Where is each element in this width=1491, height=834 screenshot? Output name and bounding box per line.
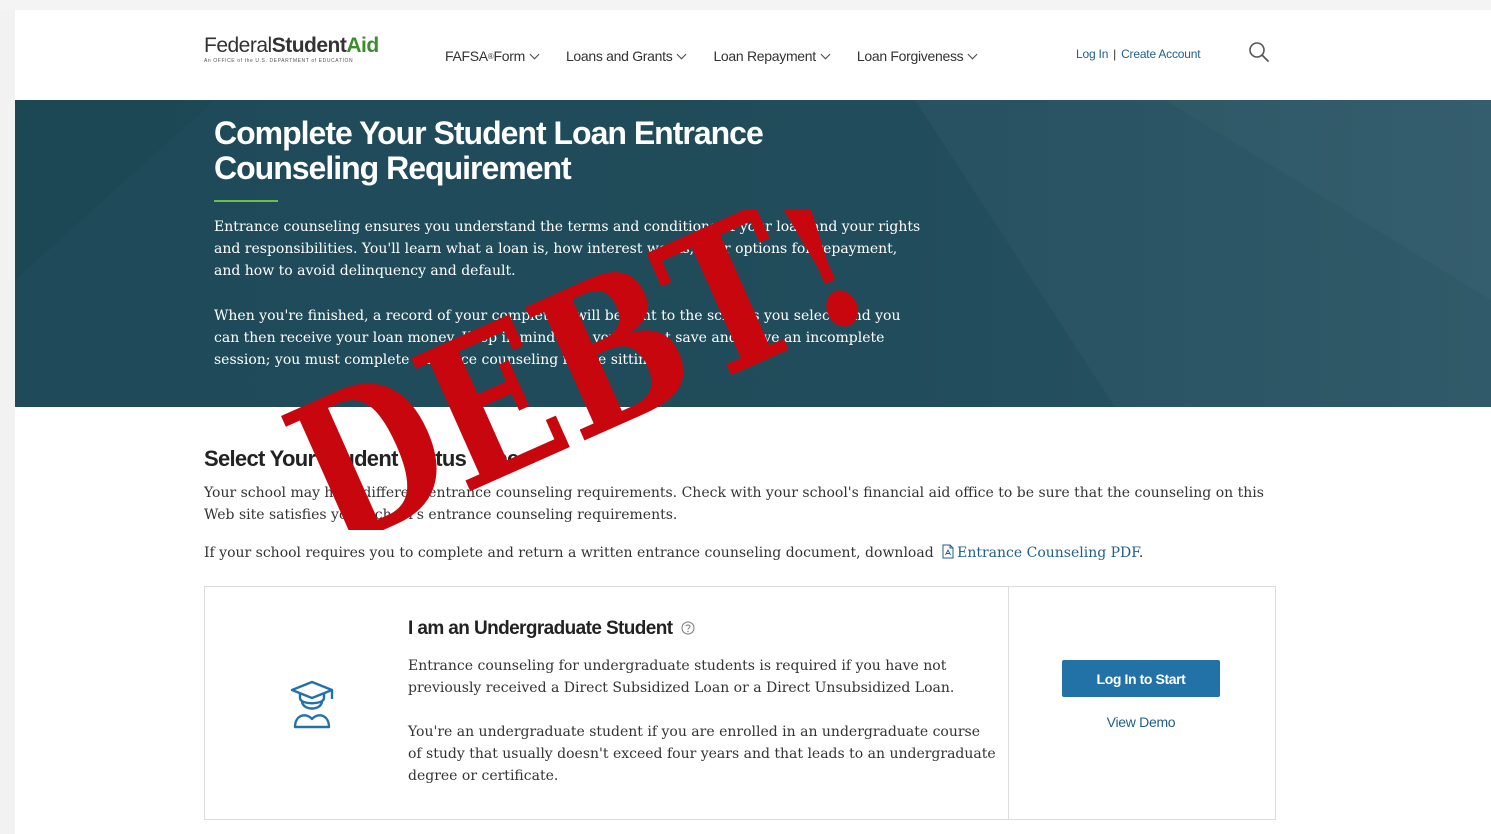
main-nav: FAFSA ® Form Loans and Grants Loan Repaym…: [445, 48, 1004, 64]
logo-middle: Student: [271, 34, 347, 57]
nav-label: FAFSA: [445, 48, 488, 64]
view-demo-link[interactable]: View Demo: [1062, 714, 1220, 730]
create-account-link[interactable]: Create Account: [1121, 47, 1200, 61]
chevron-down-icon: [676, 49, 687, 59]
entrance-counseling-pdf-link[interactable]: Entrance Counseling PDF: [957, 545, 1139, 561]
section-description: Your school may have different entrance …: [204, 485, 1264, 523]
graduate-student-icon: [290, 680, 334, 729]
nav-item-fafsa[interactable]: FAFSA ® Form: [445, 48, 540, 64]
card-description: Entrance counseling for undergraduate st…: [408, 655, 998, 809]
logo-wordmark: FederalStudentAid: [204, 35, 379, 57]
pdf-file-icon: [942, 544, 954, 559]
help-icon[interactable]: [681, 621, 695, 635]
nav-label: Loan Forgiveness: [856, 48, 964, 64]
pdf-intro-text: If your school requires you to complete …: [204, 545, 934, 561]
log-in-to-start-button[interactable]: Log In to Start: [1062, 660, 1220, 697]
logo-prefix: Federal: [204, 34, 272, 57]
hero-banner: Complete Your Student Loan Entrance Coun…: [15, 100, 1491, 407]
card-title: I am an Undergraduate Student: [408, 618, 695, 640]
auth-links: Log In | Create Account: [1076, 47, 1201, 61]
section-title: Select Your Student Status Type: [204, 446, 519, 471]
auth-separator: |: [1113, 47, 1117, 61]
chevron-down-icon: [820, 49, 831, 59]
nav-item-loan-repayment[interactable]: Loan Repayment: [713, 48, 831, 64]
page: FederalStudentAid An OFFICE of the U.S. …: [15, 10, 1491, 834]
page-title: Complete Your Student Loan Entrance Coun…: [214, 115, 764, 186]
logo-suffix: Aid: [346, 34, 379, 57]
site-header: FederalStudentAid An OFFICE of the U.S. …: [15, 10, 1491, 100]
card-paragraph-2: You're an undergraduate student if you a…: [408, 724, 996, 784]
nav-item-loan-forgiveness[interactable]: Loan Forgiveness: [856, 48, 978, 64]
undergraduate-card: I am an Undergraduate Student Entrance c…: [204, 586, 1276, 820]
card-paragraph-1: Entrance counseling for undergraduate st…: [408, 658, 955, 696]
hero-paragraph-1: Entrance counseling ensures you understa…: [214, 219, 921, 279]
hero-paragraph-2: When you're finished, a record of your c…: [214, 308, 901, 368]
nav-item-loans-grants[interactable]: Loans and Grants: [565, 48, 687, 64]
pdf-download-line: If your school requires you to complete …: [204, 542, 1269, 564]
nav-label: Loan Repayment: [713, 48, 816, 64]
hero-description: Entrance counseling ensures you understa…: [214, 216, 924, 394]
site-logo[interactable]: FederalStudentAid An OFFICE of the U.S. …: [204, 35, 379, 65]
card-divider: [1008, 587, 1009, 819]
card-title-text: I am an Undergraduate Student: [408, 618, 673, 639]
logo-tagline: An OFFICE of the U.S. DEPARTMENT of EDUC…: [204, 58, 354, 64]
chevron-down-icon: [967, 49, 978, 59]
chevron-down-icon: [529, 49, 540, 59]
nav-label: Loans and Grants: [565, 48, 673, 64]
pdf-line-end: .: [1138, 545, 1144, 561]
login-link[interactable]: Log In: [1076, 47, 1108, 61]
title-underline: [214, 200, 278, 202]
top-gutter: [0, 0, 1491, 10]
nav-label-suffix: Form: [493, 48, 525, 64]
search-icon[interactable]: [1248, 41, 1270, 63]
